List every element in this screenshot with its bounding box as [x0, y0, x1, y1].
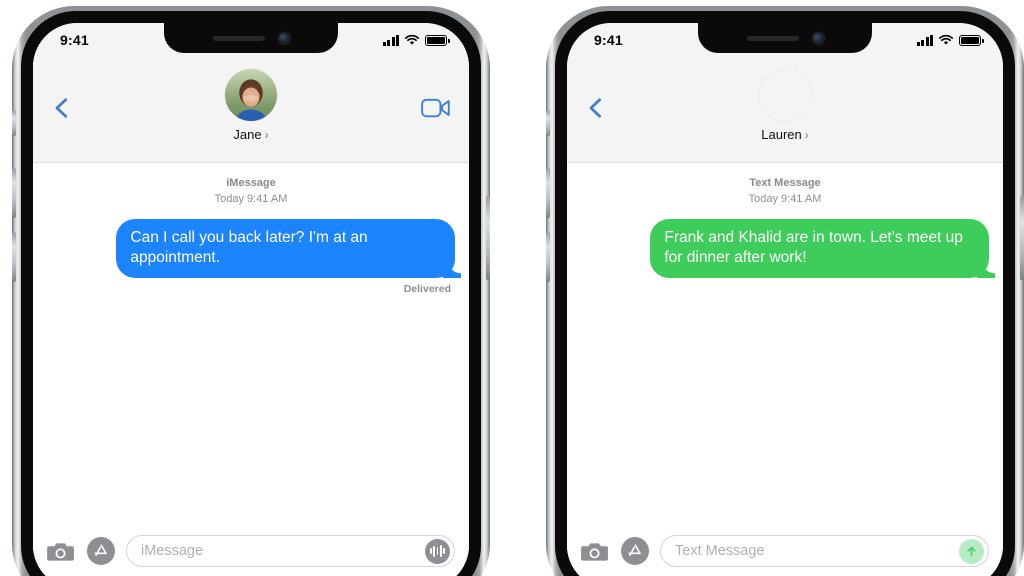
battery-icon	[425, 34, 450, 46]
phone-screen-imessage: 9:41 Jane › iMessage Today 9:41 AM Can I…	[33, 23, 469, 576]
contact-header[interactable]: Lauren ›	[567, 69, 1003, 144]
front-camera-icon	[278, 32, 290, 44]
wifi-icon	[404, 34, 420, 45]
send-arrow-up-icon[interactable]	[959, 538, 984, 564]
volume-up-button[interactable]	[546, 168, 550, 218]
conversation-header: Jane ›	[33, 53, 469, 163]
earpiece-speaker-icon	[746, 35, 799, 41]
battery-icon	[959, 34, 984, 46]
delivery-receipt: Delivered	[403, 283, 451, 296]
message-input-placeholder: Text Message	[675, 543, 765, 559]
message-row: Frank and Khalid are in town. Let's meet…	[581, 218, 989, 279]
comparison-screenshot: 9:41 Jane › iMessage Today 9:41 AM Can I…	[0, 0, 1024, 576]
message-input-placeholder: iMessage	[141, 543, 204, 559]
wifi-icon	[938, 34, 954, 45]
status-clock: 9:41	[594, 32, 623, 48]
service-label: Text Message	[749, 177, 821, 189]
message-row: Can I call you back later? I'm at an app…	[47, 218, 455, 279]
notch	[698, 23, 872, 53]
chevron-right-icon: ›	[264, 127, 269, 142]
status-indicators	[382, 34, 450, 46]
phone-screen-sms: 9:41 Lauren › Text Message Today 9:41 AM…	[567, 23, 1003, 576]
notch	[164, 23, 338, 53]
avatar[interactable]	[225, 69, 277, 121]
message-bubble-outgoing[interactable]: Can I call you back later? I'm at an app…	[116, 218, 455, 279]
contact-header[interactable]: Jane ›	[33, 69, 469, 144]
app-store-icon[interactable]	[621, 537, 649, 565]
status-indicators	[916, 34, 984, 46]
volume-down-button[interactable]	[12, 232, 16, 282]
avatar[interactable]	[759, 69, 811, 121]
floral-bouquet-avatar	[759, 69, 811, 121]
compose-bar: Text Message	[567, 525, 1003, 576]
contact-name-label: Jane	[233, 127, 262, 142]
message-thread: iMessage Today 9:41 AM Can I call you ba…	[33, 164, 469, 576]
message-thread: Text Message Today 9:41 AM Frank and Kha…	[567, 164, 1003, 576]
cellular-signal-icon	[382, 34, 399, 46]
power-button[interactable]	[486, 196, 490, 280]
thread-timestamp: Today 9:41 AM	[214, 192, 288, 205]
chevron-right-icon: ›	[804, 127, 809, 142]
service-label: iMessage	[226, 177, 276, 189]
contact-name[interactable]: Jane ›	[233, 127, 268, 142]
mute-switch[interactable]	[546, 110, 550, 136]
cellular-signal-icon	[916, 34, 933, 46]
thread-timestamp: Today 9:41 AM	[748, 192, 822, 205]
camera-icon[interactable]	[581, 540, 610, 563]
compose-bar: iMessage	[33, 525, 469, 576]
camera-icon[interactable]	[47, 540, 76, 563]
phone-device-imessage: 9:41 Jane › iMessage Today 9:41 AM Can I…	[12, 6, 490, 576]
thread-meta: iMessage Today 9:41 AM	[47, 176, 455, 208]
facetime-video-icon[interactable]	[421, 97, 451, 119]
volume-down-button[interactable]	[546, 232, 550, 282]
jane-portrait-avatar	[225, 69, 277, 121]
message-bubble-outgoing[interactable]: Frank and Khalid are in town. Let's meet…	[650, 218, 989, 279]
phone-device-sms: 9:41 Lauren › Text Message Today 9:41 AM…	[546, 6, 1024, 576]
message-input[interactable]: Text Message	[660, 535, 989, 567]
app-store-icon[interactable]	[87, 537, 115, 565]
power-button[interactable]	[1020, 196, 1024, 280]
earpiece-speaker-icon	[212, 35, 265, 41]
contact-name-label: Lauren	[761, 127, 802, 142]
message-input[interactable]: iMessage	[126, 535, 455, 567]
thread-meta: Text Message Today 9:41 AM	[581, 176, 989, 208]
status-clock: 9:41	[60, 32, 89, 48]
volume-up-button[interactable]	[12, 168, 16, 218]
front-camera-icon	[812, 32, 824, 44]
mute-switch[interactable]	[12, 110, 16, 136]
contact-name[interactable]: Lauren ›	[761, 127, 808, 142]
audio-waveform-icon[interactable]	[425, 538, 450, 564]
conversation-header: Lauren ›	[567, 53, 1003, 163]
